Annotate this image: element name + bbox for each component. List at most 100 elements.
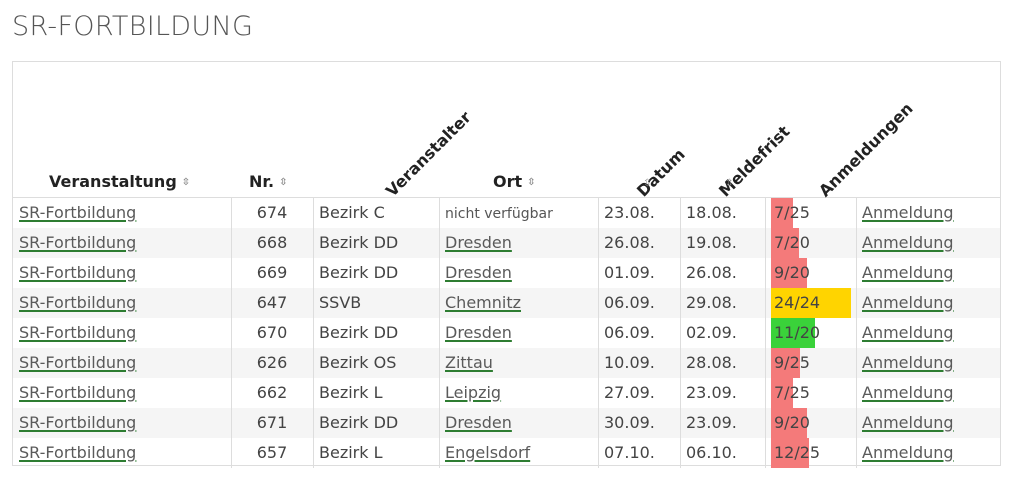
column-divider — [765, 198, 766, 468]
column-header-anmeldungen[interactable]: Anmeldungen — [815, 99, 917, 201]
sort-icon[interactable]: ⇳ — [643, 179, 651, 189]
nr-value: 647 — [256, 293, 288, 312]
cell-meldefrist: 23.09. — [680, 378, 765, 408]
cell-veranstalter: Bezirk L — [313, 438, 439, 468]
cell-anmeldungen: 9/20 — [765, 258, 856, 288]
datum-value: 23.08. — [604, 203, 655, 222]
meldefrist-value: 23.09. — [686, 383, 737, 402]
cell-anmeldungen: 9/20 — [765, 408, 856, 438]
event-link[interactable]: SR-Fortbildung — [19, 203, 136, 222]
cell-nr: 669 — [231, 258, 313, 288]
cell-datum: 06.09. — [598, 318, 680, 348]
cell-datum: 10.09. — [598, 348, 680, 378]
anmeldung-link[interactable]: Anmeldung — [862, 293, 954, 312]
location-link[interactable]: Engelsdorf — [445, 443, 530, 462]
sort-icon[interactable]: ⇳ — [182, 177, 190, 187]
datum-value: 26.08. — [604, 233, 655, 252]
nr-value: 671 — [256, 413, 288, 432]
cell-nr: 647 — [231, 288, 313, 318]
event-link[interactable]: SR-Fortbildung — [19, 443, 136, 462]
meldefrist-value: 02.09. — [686, 323, 737, 342]
datum-value: 06.09. — [604, 293, 655, 312]
event-link[interactable]: SR-Fortbildung — [19, 353, 136, 372]
table-row: SR-Fortbildung 657 Bezirk L Engelsdorf 07.10… — [13, 438, 1000, 468]
meldefrist-value: 23.09. — [686, 413, 737, 432]
location-link[interactable]: Chemnitz — [445, 293, 521, 312]
veranstalter-value: Bezirk DD — [319, 323, 399, 342]
nr-value: 662 — [256, 383, 288, 402]
cell-datum: 23.08. — [598, 198, 680, 228]
anmeldung-link[interactable]: Anmeldung — [862, 413, 954, 432]
cell-datum: 06.09. — [598, 288, 680, 318]
event-link[interactable]: SR-Fortbildung — [19, 323, 136, 342]
cell-veranstaltung: SR-Fortbildung — [13, 438, 231, 468]
location-link[interactable]: Dresden — [445, 263, 512, 282]
sort-icon[interactable]: ⇳ — [725, 179, 733, 189]
cell-veranstaltung: SR-Fortbildung — [13, 318, 231, 348]
location-link[interactable]: Dresden — [445, 413, 512, 432]
location-link[interactable]: Dresden — [445, 233, 512, 252]
cell-veranstaltung: SR-Fortbildung — [13, 378, 231, 408]
table-row: SR-Fortbildung 674 Bezirk C nicht verfügbar… — [13, 198, 1000, 228]
column-header-veranstalter[interactable]: Veranstalter — [382, 108, 475, 201]
datum-value: 27.09. — [604, 383, 655, 402]
column-header-ort[interactable]: Ort ⇳ — [493, 172, 536, 191]
cell-veranstalter: Bezirk C — [313, 198, 439, 228]
event-link[interactable]: SR-Fortbildung — [19, 263, 136, 282]
cell-nr: 657 — [231, 438, 313, 468]
column-header-nr[interactable]: Nr. ⇳ — [249, 172, 287, 191]
location-link[interactable]: Zittau — [445, 353, 493, 372]
cell-ort: Dresden — [439, 228, 598, 258]
registration-count: 11/20 — [774, 323, 821, 342]
meldefrist-value: 19.08. — [686, 233, 737, 252]
anmeldung-link[interactable]: Anmeldung — [862, 443, 954, 462]
cell-veranstaltung: SR-Fortbildung — [13, 408, 231, 438]
cell-veranstaltung: SR-Fortbildung — [13, 288, 231, 318]
nr-value: 669 — [256, 263, 288, 282]
cell-action: Anmeldung — [856, 228, 1002, 258]
column-header-veranstaltung[interactable]: Veranstaltung ⇳ — [49, 172, 190, 191]
anmeldung-link[interactable]: Anmeldung — [862, 353, 954, 372]
anmeldung-link[interactable]: Anmeldung — [862, 203, 954, 222]
column-divider — [680, 198, 681, 468]
meldefrist-value: 26.08. — [686, 263, 737, 282]
location-link[interactable]: Dresden — [445, 323, 512, 342]
column-header-label: Veranstalter — [382, 107, 475, 201]
column-divider — [313, 198, 314, 468]
events-table: Veranstaltung ⇳ Nr. ⇳ Veranstalter Ort ⇳ Da… — [12, 61, 1002, 468]
cell-nr: 671 — [231, 408, 313, 438]
anmeldung-link[interactable]: Anmeldung — [862, 263, 954, 282]
event-link[interactable]: SR-Fortbildung — [19, 293, 136, 312]
cell-ort: Chemnitz — [439, 288, 598, 318]
nr-value: 626 — [256, 353, 288, 372]
veranstalter-value: SSVB — [319, 293, 362, 312]
anmeldung-link[interactable]: Anmeldung — [862, 323, 954, 342]
cell-veranstaltung: SR-Fortbildung — [13, 198, 231, 228]
cell-meldefrist: 06.10. — [680, 438, 765, 468]
nr-value: 657 — [256, 443, 288, 462]
cell-nr: 670 — [231, 318, 313, 348]
anmeldung-link[interactable]: Anmeldung — [862, 383, 954, 402]
nr-value: 674 — [256, 203, 288, 222]
cell-ort: Dresden — [439, 258, 598, 288]
table-row: SR-Fortbildung 662 Bezirk L Leipzig 27.09. 23… — [13, 378, 1000, 408]
cell-action: Anmeldung — [856, 258, 1002, 288]
cell-ort: Dresden — [439, 408, 598, 438]
cell-meldefrist: 29.08. — [680, 288, 765, 318]
event-link[interactable]: SR-Fortbildung — [19, 383, 136, 402]
sort-icon[interactable]: ⇳ — [527, 177, 535, 187]
table-row: SR-Fortbildung 626 Bezirk OS Zittau 10.09. 28… — [13, 348, 1000, 378]
cell-veranstalter: Bezirk DD — [313, 408, 439, 438]
column-header-label: Nr. — [249, 172, 275, 191]
cell-anmeldungen: 12/25 — [765, 438, 856, 468]
sort-icon[interactable]: ⇳ — [279, 177, 287, 187]
meldefrist-value: 06.10. — [686, 443, 737, 462]
location-link[interactable]: Leipzig — [445, 383, 501, 402]
event-link[interactable]: SR-Fortbildung — [19, 233, 136, 252]
veranstalter-value: Bezirk DD — [319, 233, 399, 252]
anmeldung-link[interactable]: Anmeldung — [862, 233, 954, 252]
cell-datum: 07.10. — [598, 438, 680, 468]
cell-nr: 668 — [231, 228, 313, 258]
event-link[interactable]: SR-Fortbildung — [19, 413, 136, 432]
column-header-datum[interactable]: Datum — [633, 145, 689, 201]
